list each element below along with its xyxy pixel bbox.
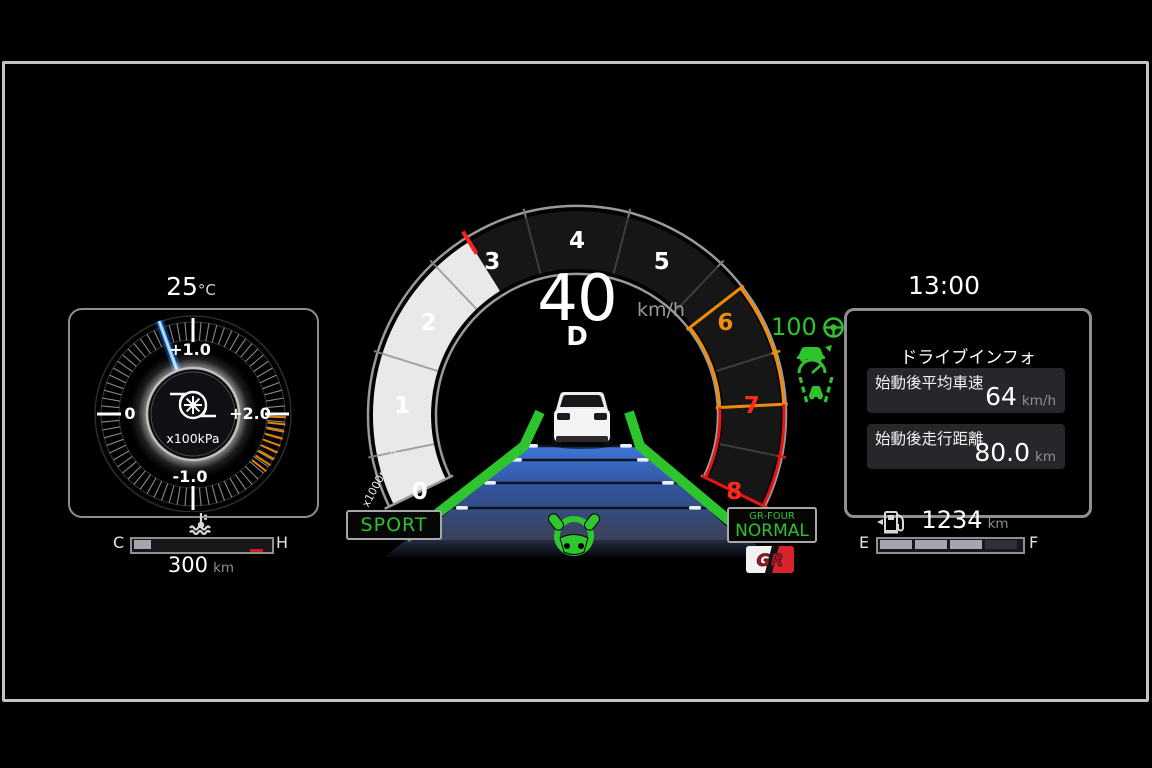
grfour-mode: NORMAL — [729, 523, 815, 540]
tach-number-2: 2 — [421, 310, 437, 336]
row-unit: km/h — [1022, 393, 1056, 409]
boost-label-right: +2.0 — [229, 404, 271, 423]
coolant-level-fill — [134, 540, 151, 549]
boost-label-bottom: -1.0 — [173, 467, 208, 486]
vehicle-car — [548, 388, 616, 450]
fuel-segment — [915, 540, 947, 549]
drive-info-title: ドライブインフォ — [847, 343, 1089, 368]
row-label: 始動後平均車速 — [875, 371, 984, 393]
row-unit: km — [1035, 449, 1056, 465]
coolant-low-label: C — [113, 533, 124, 552]
row-value: 80.0 — [974, 438, 1030, 467]
coolant-temp-bar — [130, 537, 274, 554]
boost-label-top: +1.0 — [169, 340, 211, 359]
tach-number-6: 6 — [717, 310, 733, 336]
drive-info-row-average-speed: 始動後平均車速 64 km/h — [867, 368, 1065, 413]
odometer-value: 300 — [168, 553, 208, 577]
ambient-temp-unit: °C — [198, 281, 216, 299]
fuel-range-value: 1234 — [921, 506, 982, 534]
boost-gauge: x100kPa +1.0 +2.0 0 -1.0 — [70, 310, 313, 512]
fuel-full-label: F — [1029, 533, 1038, 552]
drive-mode-badge: SPORT — [346, 510, 442, 540]
tach-number-4: 4 — [569, 228, 585, 254]
speed-limit-value: 100 — [771, 313, 817, 341]
boost-gauge-panel: x100kPa +1.0 +2.0 0 -1.0 — [68, 308, 319, 518]
drive-info-panel: ドライブインフォ 始動後平均車速 64 km/h 始動後走行距離 80.0 km — [844, 308, 1092, 518]
grfour-mode-badge: GR-FOUR NORMAL — [727, 507, 817, 543]
gear-indicator: D — [487, 322, 667, 352]
odometer: 300 km — [130, 553, 272, 577]
boost-unit-label: x100kPa — [166, 431, 219, 446]
ambient-temp-value: 25 — [166, 272, 198, 301]
gr-logo-text: GR — [756, 551, 783, 571]
fuel-level-bar — [876, 537, 1025, 554]
fuel-empty-label: E — [859, 533, 869, 552]
fuel-segment — [985, 540, 1017, 549]
ambient-temperature: 25°C — [121, 272, 261, 301]
odometer-unit: km — [213, 560, 234, 576]
boost-orange-zone — [252, 417, 286, 472]
speed-limit-assist: 100 — [771, 313, 845, 341]
coolant-temp-icon — [188, 511, 214, 535]
fuel-segment — [950, 540, 982, 549]
gr-logo: GR — [746, 546, 794, 573]
radar-cruise-icon — [791, 345, 837, 375]
row-label: 始動後走行距離 — [875, 427, 984, 449]
lane-trace-assist-icon — [544, 505, 604, 563]
fuel-segment — [880, 540, 912, 549]
fuel-range: 1234 km — [900, 506, 1030, 534]
coolant-high-label: H — [276, 533, 288, 552]
row-value: 64 — [985, 382, 1017, 411]
boost-label-left: 0 — [124, 404, 135, 423]
lane-departure-icon — [793, 377, 839, 403]
instrument-cluster: 25°C 13:00 — [0, 0, 1152, 768]
coolant-hot-marker — [250, 549, 263, 552]
fuel-range-unit: km — [988, 516, 1009, 532]
speed-unit: km/h — [637, 299, 685, 321]
steering-wheel-icon — [822, 316, 845, 339]
clock: 13:00 — [874, 271, 1014, 300]
drive-info-row-distance: 始動後走行距離 80.0 km — [867, 424, 1065, 469]
